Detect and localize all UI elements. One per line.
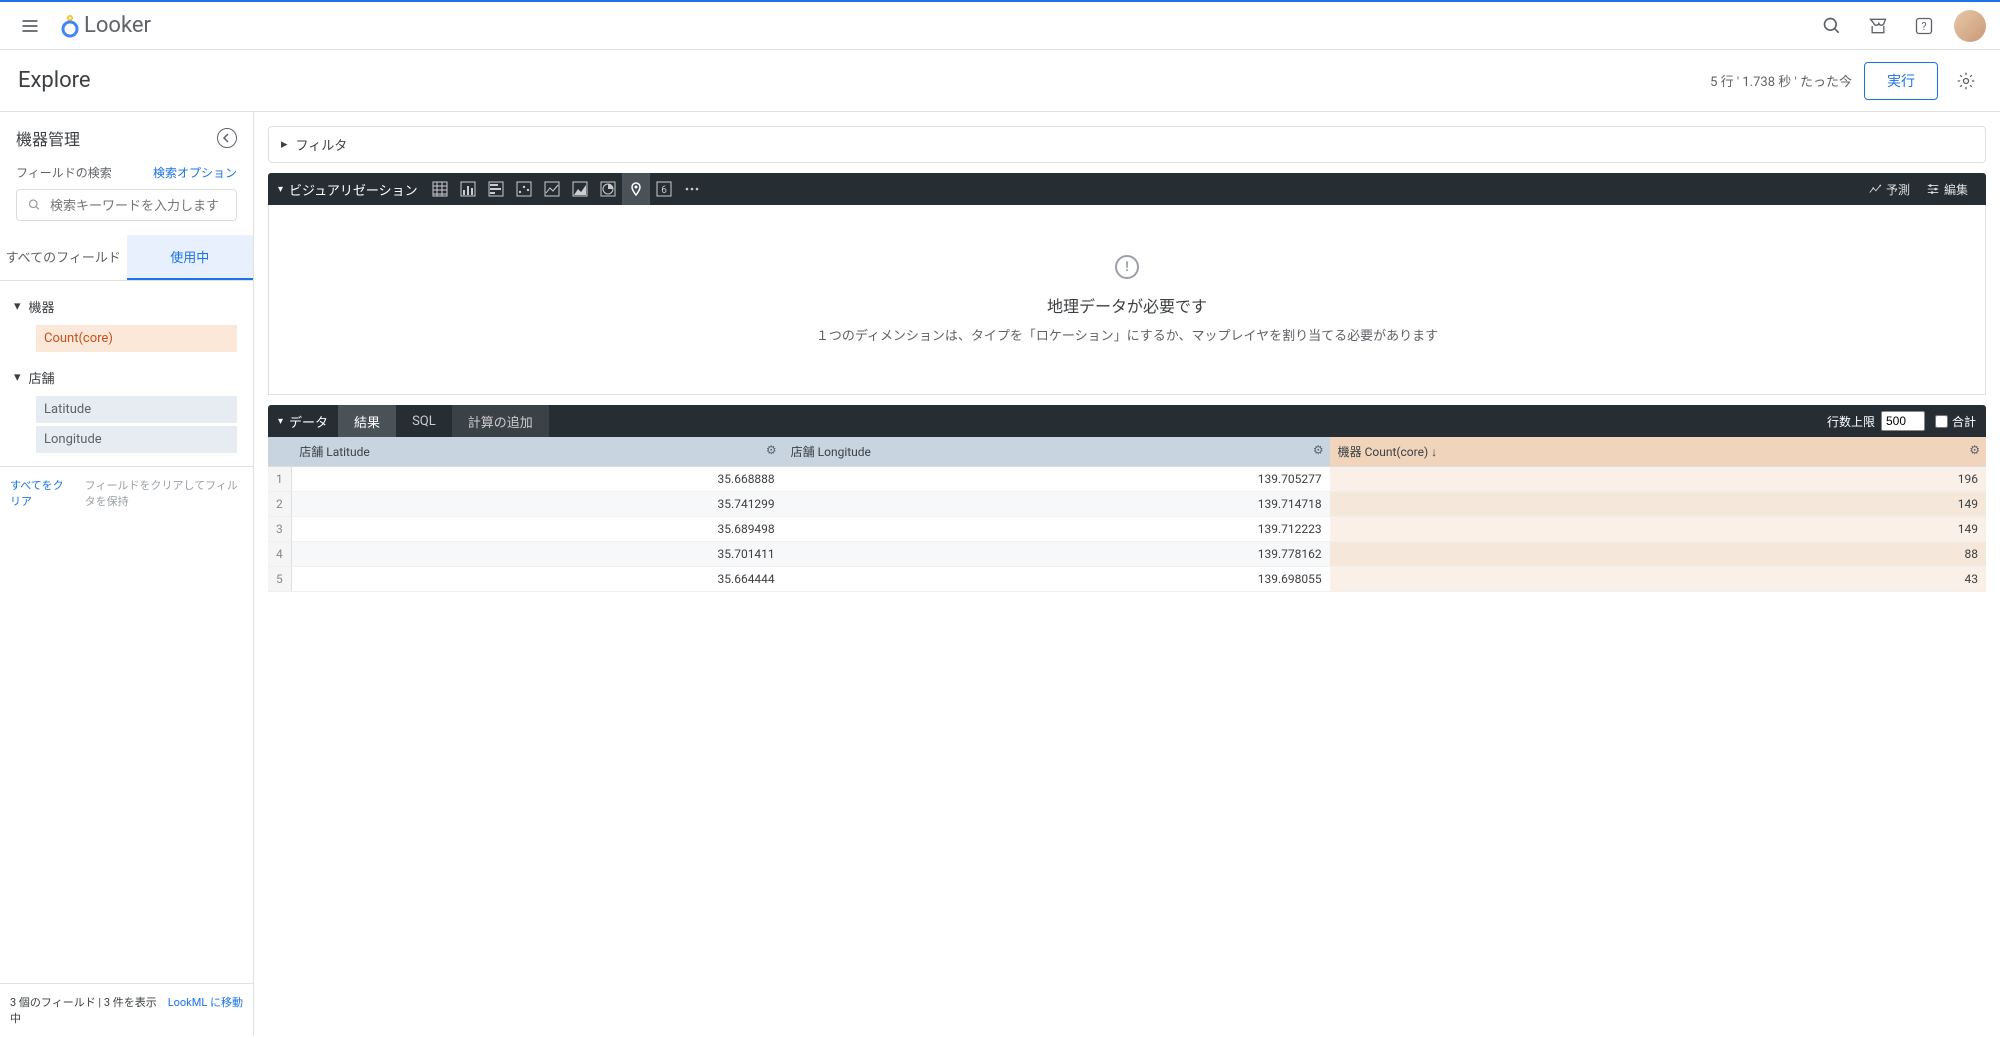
cell-longitude[interactable]: 139.778162 bbox=[783, 542, 1330, 567]
cell-latitude[interactable]: 35.668888 bbox=[291, 467, 782, 492]
cell-longitude[interactable]: 139.698055 bbox=[783, 567, 1330, 592]
viz-warning-title: 地理データが必要です bbox=[289, 293, 1965, 317]
viz-more-icon[interactable] bbox=[678, 173, 706, 205]
cell-count[interactable]: 88 bbox=[1330, 542, 1986, 567]
row-number: 2 bbox=[268, 492, 291, 517]
column-gear-icon[interactable]: ⚙ bbox=[1969, 443, 1980, 457]
totals-checkbox-wrap[interactable]: 合計 bbox=[1935, 413, 1976, 430]
caret-right-icon: ▸ bbox=[281, 137, 288, 152]
tab-in-use[interactable]: 使用中 bbox=[127, 235, 254, 280]
svg-text:?: ? bbox=[1921, 20, 1926, 33]
viz-area-icon[interactable] bbox=[566, 173, 594, 205]
cell-latitude[interactable]: 35.741299 bbox=[291, 492, 782, 517]
table-row[interactable]: 335.689498139.712223149 bbox=[268, 517, 1986, 542]
col-header-latitude[interactable]: 店舗 Latitude ⚙ bbox=[291, 437, 782, 467]
page-title: Explore bbox=[18, 68, 91, 93]
viz-single-value-icon[interactable]: 6 bbox=[650, 173, 678, 205]
looker-logo[interactable]: Looker bbox=[60, 13, 151, 38]
tab-results[interactable]: 結果 bbox=[338, 405, 396, 437]
cell-count[interactable]: 196 bbox=[1330, 467, 1986, 492]
field-count-status: 3 個のフィールド | 3 件を表示中 bbox=[10, 994, 168, 1026]
cell-count[interactable]: 43 bbox=[1330, 567, 1986, 592]
table-row[interactable]: 535.664444139.69805543 bbox=[268, 567, 1986, 592]
add-calculation-button[interactable]: 計算の追加 bbox=[452, 405, 549, 437]
totals-checkbox[interactable] bbox=[1935, 415, 1948, 428]
viz-column-icon[interactable] bbox=[482, 173, 510, 205]
brand-text: Looker bbox=[84, 13, 151, 38]
tab-all-fields[interactable]: すべてのフィールド bbox=[0, 235, 127, 280]
caret-down-icon[interactable]: ▾ bbox=[278, 184, 283, 195]
viz-line-icon[interactable] bbox=[538, 173, 566, 205]
query-status: 5 行 ' 1.738 秒 ' たった今 bbox=[1710, 71, 1852, 90]
svg-text:6: 6 bbox=[661, 185, 667, 196]
tab-sql[interactable]: SQL bbox=[396, 405, 452, 437]
field-group-header[interactable]: ▾ 店舗 bbox=[0, 362, 253, 393]
viz-map-icon[interactable] bbox=[622, 173, 650, 205]
hamburger-menu-icon[interactable] bbox=[14, 10, 46, 42]
field-group-header[interactable]: ▾ 機器 bbox=[0, 291, 253, 322]
search-input[interactable] bbox=[50, 198, 226, 213]
run-button[interactable]: 実行 bbox=[1864, 62, 1938, 100]
col-header-longitude[interactable]: 店舗 Longitude ⚙ bbox=[783, 437, 1330, 467]
field-latitude[interactable]: Latitude bbox=[36, 396, 237, 423]
row-number: 4 bbox=[268, 542, 291, 567]
row-number: 3 bbox=[268, 517, 291, 542]
cell-count[interactable]: 149 bbox=[1330, 517, 1986, 542]
cell-longitude[interactable]: 139.714718 bbox=[783, 492, 1330, 517]
search-label: フィールドの検索 bbox=[16, 164, 112, 181]
table-row[interactable]: 435.701411139.77816288 bbox=[268, 542, 1986, 567]
row-limit-input[interactable] bbox=[1881, 411, 1925, 431]
go-to-lookml-link[interactable]: LookML に移動 bbox=[168, 994, 243, 1026]
search-icon[interactable] bbox=[1816, 10, 1848, 42]
search-field-icon bbox=[27, 197, 42, 213]
col-header-count[interactable]: 機器 Count(core) ↓ ⚙ bbox=[1330, 437, 1986, 467]
viz-warning-subtitle: １つのディメンションは、タイプを「ロケーション」にするか、マップレイヤを割り当て… bbox=[289, 325, 1965, 344]
cell-latitude[interactable]: 35.689498 bbox=[291, 517, 782, 542]
viz-table-icon[interactable] bbox=[426, 173, 454, 205]
cell-longitude[interactable]: 139.705277 bbox=[783, 467, 1330, 492]
row-number: 1 bbox=[268, 467, 291, 492]
caret-down-icon: ▾ bbox=[14, 370, 21, 385]
viz-bar-icon[interactable] bbox=[454, 173, 482, 205]
edit-viz-button[interactable]: 編集 bbox=[1918, 181, 1976, 198]
marketplace-icon[interactable] bbox=[1862, 10, 1894, 42]
filters-panel-toggle[interactable]: ▸ フィルタ bbox=[268, 126, 1986, 163]
row-number: 5 bbox=[268, 567, 291, 592]
help-icon[interactable]: ? bbox=[1908, 10, 1940, 42]
table-row[interactable]: 235.741299139.714718149 bbox=[268, 492, 1986, 517]
column-gear-icon[interactable]: ⚙ bbox=[766, 443, 777, 457]
field-count-core[interactable]: Count(core) bbox=[36, 325, 237, 352]
collapse-icon[interactable] bbox=[217, 128, 237, 148]
cell-longitude[interactable]: 139.712223 bbox=[783, 517, 1330, 542]
column-gear-icon[interactable]: ⚙ bbox=[1313, 443, 1324, 457]
row-limit-label: 行数上限 bbox=[1827, 413, 1875, 430]
cell-count[interactable]: 149 bbox=[1330, 492, 1986, 517]
viz-pie-icon[interactable] bbox=[594, 173, 622, 205]
gear-icon[interactable] bbox=[1950, 65, 1982, 97]
data-label: データ bbox=[289, 412, 328, 431]
clear-keep-filters-link[interactable]: フィールドをクリアしてフィルタを保持 bbox=[85, 477, 243, 509]
field-longitude[interactable]: Longitude bbox=[36, 426, 237, 453]
cell-latitude[interactable]: 35.701411 bbox=[291, 542, 782, 567]
forecast-button[interactable]: 予測 bbox=[1860, 181, 1918, 198]
viz-scatter-icon[interactable] bbox=[510, 173, 538, 205]
cell-latitude[interactable]: 35.664444 bbox=[291, 567, 782, 592]
caret-down-icon: ▾ bbox=[14, 299, 21, 314]
explore-name: 機器管理 bbox=[16, 126, 80, 150]
search-options-link[interactable]: 検索オプション bbox=[153, 164, 237, 181]
avatar[interactable] bbox=[1954, 10, 1986, 42]
clear-all-link[interactable]: すべてをクリア bbox=[10, 477, 71, 509]
visualization-label: ビジュアリゼーション bbox=[289, 180, 418, 199]
table-row[interactable]: 135.668888139.705277196 bbox=[268, 467, 1986, 492]
warning-icon: ! bbox=[1115, 255, 1139, 279]
caret-down-icon[interactable]: ▾ bbox=[278, 416, 283, 427]
